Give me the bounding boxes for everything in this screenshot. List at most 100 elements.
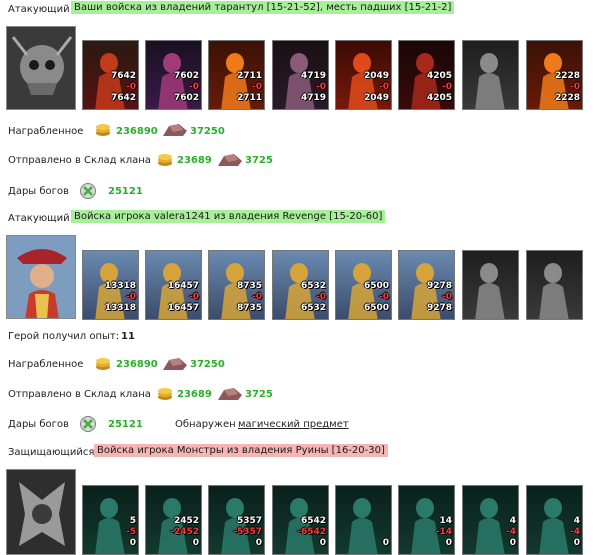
battle2-looted-label: Награбленное bbox=[8, 359, 84, 370]
unit-portrait-icon bbox=[527, 251, 582, 319]
battle3-unit-card[interactable]: 2452 -2452 0 bbox=[145, 485, 202, 555]
ore-icon bbox=[162, 123, 188, 137]
battle2-unit-losses: -0 bbox=[316, 292, 326, 302]
battle3-unit-count: 5 bbox=[129, 516, 136, 526]
battle1-unit-count: 2049 bbox=[363, 71, 389, 81]
battle3-hero-avatar[interactable] bbox=[6, 469, 76, 555]
battle2-unit-remaining: 8735 bbox=[236, 303, 262, 313]
battle3-unit-card[interactable]: 14 -14 0 bbox=[398, 485, 455, 555]
battle2-unit-card[interactable]: 6500 -0 6500 bbox=[335, 250, 392, 320]
battle3-unit-losses: -6542 bbox=[297, 527, 326, 537]
battle1-looted-ore: 37250 bbox=[190, 126, 225, 137]
battle1-sent-ore: 3725 bbox=[245, 155, 273, 166]
battle1-unit-count: 2228 bbox=[554, 71, 580, 81]
battle3-unit-losses: -4 bbox=[570, 527, 580, 537]
battle3-unit-remaining: 0 bbox=[382, 538, 389, 548]
battle3-unit-remaining: 0 bbox=[509, 538, 516, 548]
battle1-unit-count: 4719 bbox=[300, 71, 326, 81]
battle3-unit-card[interactable]: 5357 -5357 0 bbox=[208, 485, 265, 555]
battle3-unit-count: 5357 bbox=[236, 516, 262, 526]
battle2-unit-losses: -0 bbox=[442, 292, 452, 302]
battle3-unit-card[interactable]: 4 -4 0 bbox=[462, 485, 519, 555]
battle3-unit-card[interactable]: 6542 -6542 0 bbox=[272, 485, 329, 555]
battle3-unit-losses: -5 bbox=[126, 527, 136, 537]
battle1-unit-remaining: 7642 bbox=[110, 93, 136, 103]
battle2-xp-label: Герой получил опыт: bbox=[8, 331, 120, 342]
battle2-unit-card[interactable]: 6532 -0 6532 bbox=[272, 250, 329, 320]
battle2-looted-gold: 236890 bbox=[116, 359, 158, 370]
battle2-unit-card[interactable]: 9278 -0 9278 bbox=[398, 250, 455, 320]
battle3-unit-remaining: 0 bbox=[319, 538, 326, 548]
battle3-unit-card[interactable]: 4 -4 0 bbox=[526, 485, 583, 555]
battle3-unit-count: 4 bbox=[509, 516, 516, 526]
battle1-unit-losses: -0 bbox=[570, 82, 580, 92]
battle3-unit-losses: -2452 bbox=[170, 527, 199, 537]
battle2-unit-remaining: 16457 bbox=[167, 303, 199, 313]
battle2-gifts-label: Дары богов bbox=[8, 419, 69, 430]
battle2-unit-losses: -0 bbox=[126, 292, 136, 302]
battle1-unit-card[interactable]: 2049 -0 2049 bbox=[335, 40, 392, 110]
battle3-unit-count: 6542 bbox=[300, 516, 326, 526]
battle2-unit-remaining: 13318 bbox=[104, 303, 136, 313]
skull-emblem-icon bbox=[7, 27, 75, 109]
battle3-unit-remaining: 0 bbox=[192, 538, 199, 548]
gods-gift-icon bbox=[80, 183, 96, 199]
battle1-unit-card[interactable]: 7602 -0 7602 bbox=[145, 40, 202, 110]
battle1-unit-losses: -0 bbox=[126, 82, 136, 92]
battle3-unit-losses: -14 bbox=[435, 527, 452, 537]
battle1-unit-remaining: 7602 bbox=[173, 93, 199, 103]
battle1-unit-card[interactable]: 7642 -0 7642 bbox=[82, 40, 139, 110]
hero-portrait-icon bbox=[7, 236, 75, 318]
battle1-sent-gold: 23689 bbox=[177, 155, 212, 166]
battle1-unit-card[interactable]: 2711 -0 2711 bbox=[208, 40, 265, 110]
battle2-role: Атакующий bbox=[8, 213, 70, 224]
battle1-unit-remaining: 2711 bbox=[236, 93, 262, 103]
battle1-unit-losses: -0 bbox=[252, 82, 262, 92]
battle2-sent-gold: 23689 bbox=[177, 389, 212, 400]
battle1-unit-card[interactable]: 4205 -0 4205 bbox=[398, 40, 455, 110]
battle2-unit-count: 16457 bbox=[167, 281, 199, 291]
battle3-unit-losses: -5357 bbox=[233, 527, 262, 537]
battle1-unit-count: 7642 bbox=[110, 71, 136, 81]
battle3-role: Защищающийся bbox=[8, 447, 95, 458]
battle2-sent-label: Отправлено в Склад клана bbox=[8, 389, 151, 400]
battle1-sent-label: Отправлено в Склад клана bbox=[8, 155, 151, 166]
battle2-unit-losses: -0 bbox=[189, 292, 199, 302]
ore-icon bbox=[217, 387, 243, 401]
magic-item-link[interactable]: магический предмет bbox=[238, 419, 349, 430]
battle3-unit-remaining: 0 bbox=[255, 538, 262, 548]
gold-icon bbox=[157, 151, 173, 167]
battle1-unit-count: 7602 bbox=[173, 71, 199, 81]
battle3-unit-card[interactable]: 0 bbox=[335, 485, 392, 555]
battle2-unit-card[interactable] bbox=[462, 250, 519, 320]
battle2-unit-card[interactable] bbox=[526, 250, 583, 320]
battle1-unit-remaining: 2049 bbox=[363, 93, 389, 103]
battle1-hero-avatar[interactable] bbox=[6, 26, 76, 110]
battle1-unit-card[interactable]: 2228 -0 2228 bbox=[526, 40, 583, 110]
battle2-xp-value: 11 bbox=[121, 331, 135, 342]
battle2-unit-count: 13318 bbox=[104, 281, 136, 291]
battle1-unit-card[interactable] bbox=[462, 40, 519, 110]
battle1-role: Атакующий bbox=[8, 4, 70, 15]
unit-portrait-icon bbox=[463, 251, 518, 319]
battle2-unit-count: 6532 bbox=[300, 281, 326, 291]
battle2-banner: Войска игрока valera1241 из владения Rev… bbox=[71, 210, 386, 223]
battle1-looted-label: Награбленное bbox=[8, 126, 84, 137]
battle2-unit-card[interactable]: 16457 -0 16457 bbox=[145, 250, 202, 320]
skull-emblem-icon bbox=[7, 470, 75, 554]
battle2-unit-losses: -0 bbox=[252, 292, 262, 302]
battle1-unit-card[interactable]: 4719 -0 4719 bbox=[272, 40, 329, 110]
battle3-unit-remaining: 0 bbox=[445, 538, 452, 548]
battle1-banner: Ваши войска из владений тарантул [15-21-… bbox=[71, 1, 455, 14]
battle2-hero-avatar[interactable] bbox=[6, 235, 76, 319]
battle2-unit-count: 6500 bbox=[363, 281, 389, 291]
gold-icon bbox=[95, 121, 111, 137]
battle3-unit-count: 14 bbox=[439, 516, 452, 526]
battle1-unit-remaining: 2228 bbox=[554, 93, 580, 103]
battle3-banner: Войска игрока Монстры из владения Руины … bbox=[94, 444, 388, 457]
battle1-gifts-label: Дары богов bbox=[8, 186, 69, 197]
battle2-unit-card[interactable]: 13318 -0 13318 bbox=[82, 250, 139, 320]
battle2-looted-ore: 37250 bbox=[190, 359, 225, 370]
battle3-unit-card[interactable]: 5 -5 0 bbox=[82, 485, 139, 555]
battle2-unit-card[interactable]: 8735 -0 8735 bbox=[208, 250, 265, 320]
